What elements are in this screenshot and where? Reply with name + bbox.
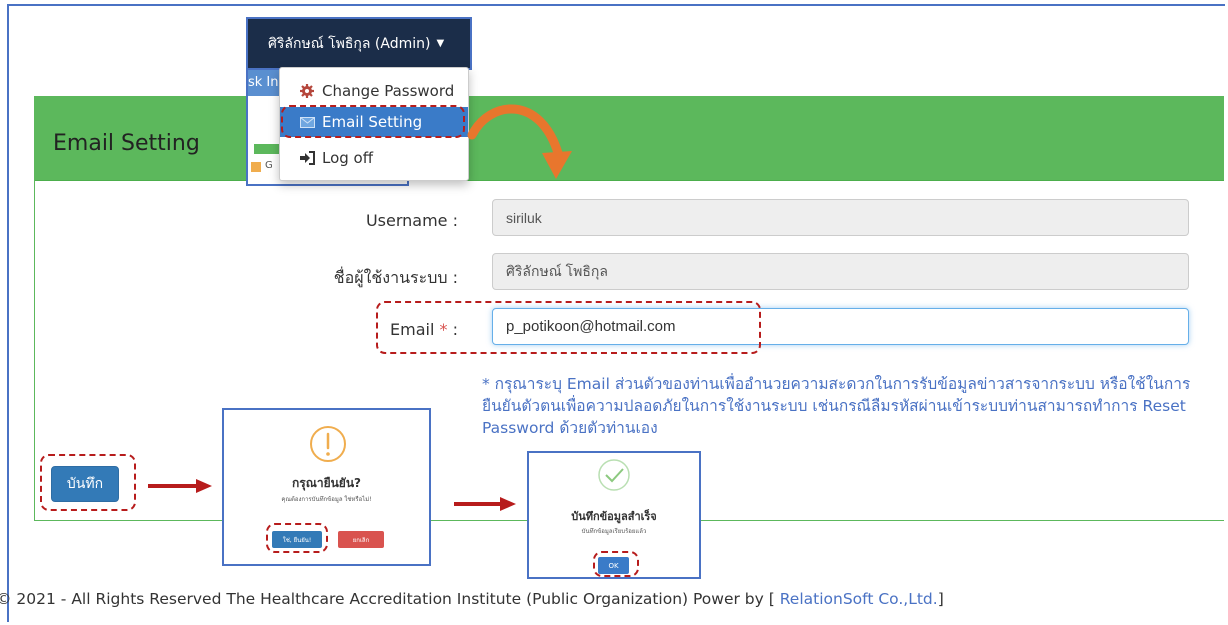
user-menu-toggle[interactable]: ศิริลักษณ์ โพธิกุล (Admin) ▼ — [246, 17, 472, 70]
legend-label: G — [265, 160, 273, 171]
email-setting-highlight-box — [281, 105, 465, 138]
save-highlight-box — [40, 454, 136, 511]
confirm-title: กรุณายืนยัน? — [291, 476, 361, 490]
email-hint-text: * กรุณาระบุ Email ส่วนตัวของท่านเพื่ออำน… — [482, 375, 1191, 437]
page-title: Email Setting — [53, 131, 200, 156]
arrow-right-icon — [148, 479, 212, 493]
success-text: บันทึกข้อมูลเรียบร้อยแล้ว — [581, 528, 647, 535]
footer-suffix: ] — [937, 590, 944, 608]
exclamation-icon — [310, 426, 346, 462]
logout-icon — [300, 151, 318, 165]
check-icon — [598, 459, 630, 491]
legend-swatch — [251, 162, 261, 172]
footer: © 2021 - All Rights Reserved The Healthc… — [0, 590, 944, 608]
menu-item-change-password[interactable]: Change Password — [280, 76, 468, 106]
username-label: Username : — [365, 211, 458, 230]
success-title: บันทึกข้อมูลสำเร็จ — [571, 510, 657, 523]
caret-down-icon: ▼ — [436, 38, 445, 49]
footer-company-link[interactable]: RelationSoft Co.,Ltd. — [780, 590, 938, 608]
confirm-highlight-box — [266, 523, 328, 553]
user-name-label: ศิริลักษณ์ โพธิกุล (Admin) — [268, 35, 431, 52]
curved-arrow-icon — [467, 104, 572, 179]
ok-highlight-box — [593, 551, 639, 577]
arrow-right-icon — [454, 497, 516, 511]
menu-item-log-off[interactable]: Log off — [280, 143, 468, 173]
confirm-text: คุณต้องการบันทึกข้อมูล ใช่หรือไม่! — [281, 496, 372, 503]
system-username-field[interactable]: ศิริลักษณ์ โพธิกุล — [492, 253, 1189, 290]
email-highlight-box — [376, 301, 761, 354]
confirm-cancel-button[interactable]: ยกเลิก — [338, 531, 384, 548]
system-username-label: ชื่อผู้ใช้งานระบบ : — [333, 268, 458, 287]
username-field[interactable]: siriluk — [492, 199, 1189, 236]
footer-text: © 2021 - All Rights Reserved The Healthc… — [0, 590, 780, 608]
panel-header: Email Setting — [35, 97, 1224, 181]
gear-icon — [300, 84, 318, 98]
